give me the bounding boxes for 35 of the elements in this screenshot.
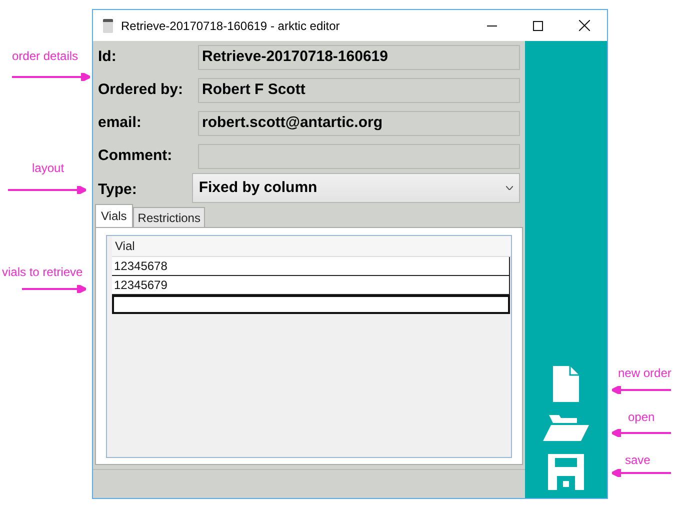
field-label: Type:: [98, 180, 138, 200]
annotation-label: order details: [12, 48, 78, 65]
text-field[interactable]: Retrieve-20170718-160619: [198, 45, 520, 70]
new-row-cell[interactable]: [112, 295, 510, 314]
annotation-label: new order: [618, 365, 672, 382]
arrow-icon: [22, 285, 86, 293]
folder-icon: [543, 415, 589, 441]
field-label: Id:: [98, 47, 118, 68]
annotation-label: open: [628, 409, 655, 426]
table-cell[interactable]: 12345678: [112, 257, 510, 276]
arrow-icon: [12, 73, 90, 81]
annotation-label: layout: [32, 160, 64, 177]
table-cell[interactable]: 12345679: [112, 276, 510, 295]
text-field[interactable]: Robert F Scott: [198, 78, 520, 103]
field-label: Comment:: [98, 146, 174, 166]
maximize-icon: [533, 20, 543, 30]
annotation-label: save: [625, 452, 650, 469]
app-icon: [103, 18, 113, 32]
text-field[interactable]: [198, 144, 520, 169]
arrow-icon: [612, 429, 671, 437]
close-icon: [578, 20, 590, 31]
window-title: Retrieve-20170718-160619 - arktic editor: [121, 18, 340, 34]
chevron-down-icon: [506, 186, 513, 190]
annotation-label: vials to retrieve: [2, 264, 83, 281]
arrow-icon: [8, 186, 86, 194]
arrow-icon: [612, 386, 671, 394]
column-header[interactable]: Vial: [112, 236, 511, 257]
text-field[interactable]: robert.scott@antartic.org: [198, 111, 520, 136]
new-file-icon: [553, 366, 579, 402]
tab[interactable]: Vials: [95, 204, 133, 227]
field-label: email:: [98, 113, 142, 134]
tab[interactable]: Restrictions: [132, 207, 206, 227]
type-dropdown[interactable]: Fixed by column: [192, 173, 520, 203]
arrow-icon: [612, 469, 671, 477]
field-label: Ordered by:: [98, 80, 184, 100]
